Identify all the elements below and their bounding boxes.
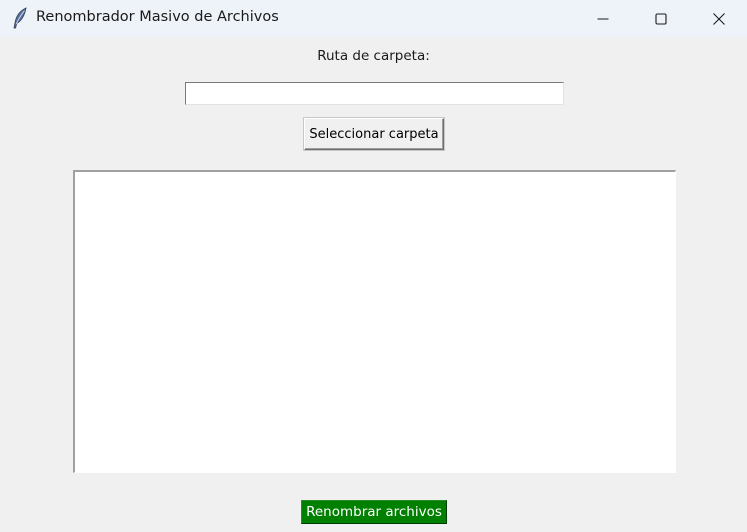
folder-path-label: Ruta de carpeta: [317, 48, 430, 64]
window-title: Renombrador Masivo de Archivos [36, 9, 279, 25]
minimize-icon [597, 13, 609, 25]
select-folder-button[interactable]: Seleccionar carpeta [304, 118, 444, 150]
file-listbox[interactable] [73, 170, 676, 473]
folder-path-input[interactable] [185, 82, 564, 105]
maximize-icon [655, 12, 667, 25]
close-icon [713, 12, 725, 25]
title-bar[interactable]: Renombrador Masivo de Archivos [0, 0, 747, 37]
feather-icon [11, 7, 29, 29]
app-window: Renombrador Masivo de Archivos Ruta de c… [0, 0, 747, 532]
maximize-button[interactable] [632, 0, 690, 37]
close-button[interactable] [690, 0, 747, 37]
minimize-button[interactable] [574, 0, 632, 37]
rename-files-button[interactable]: Renombrar archivos [301, 500, 447, 524]
